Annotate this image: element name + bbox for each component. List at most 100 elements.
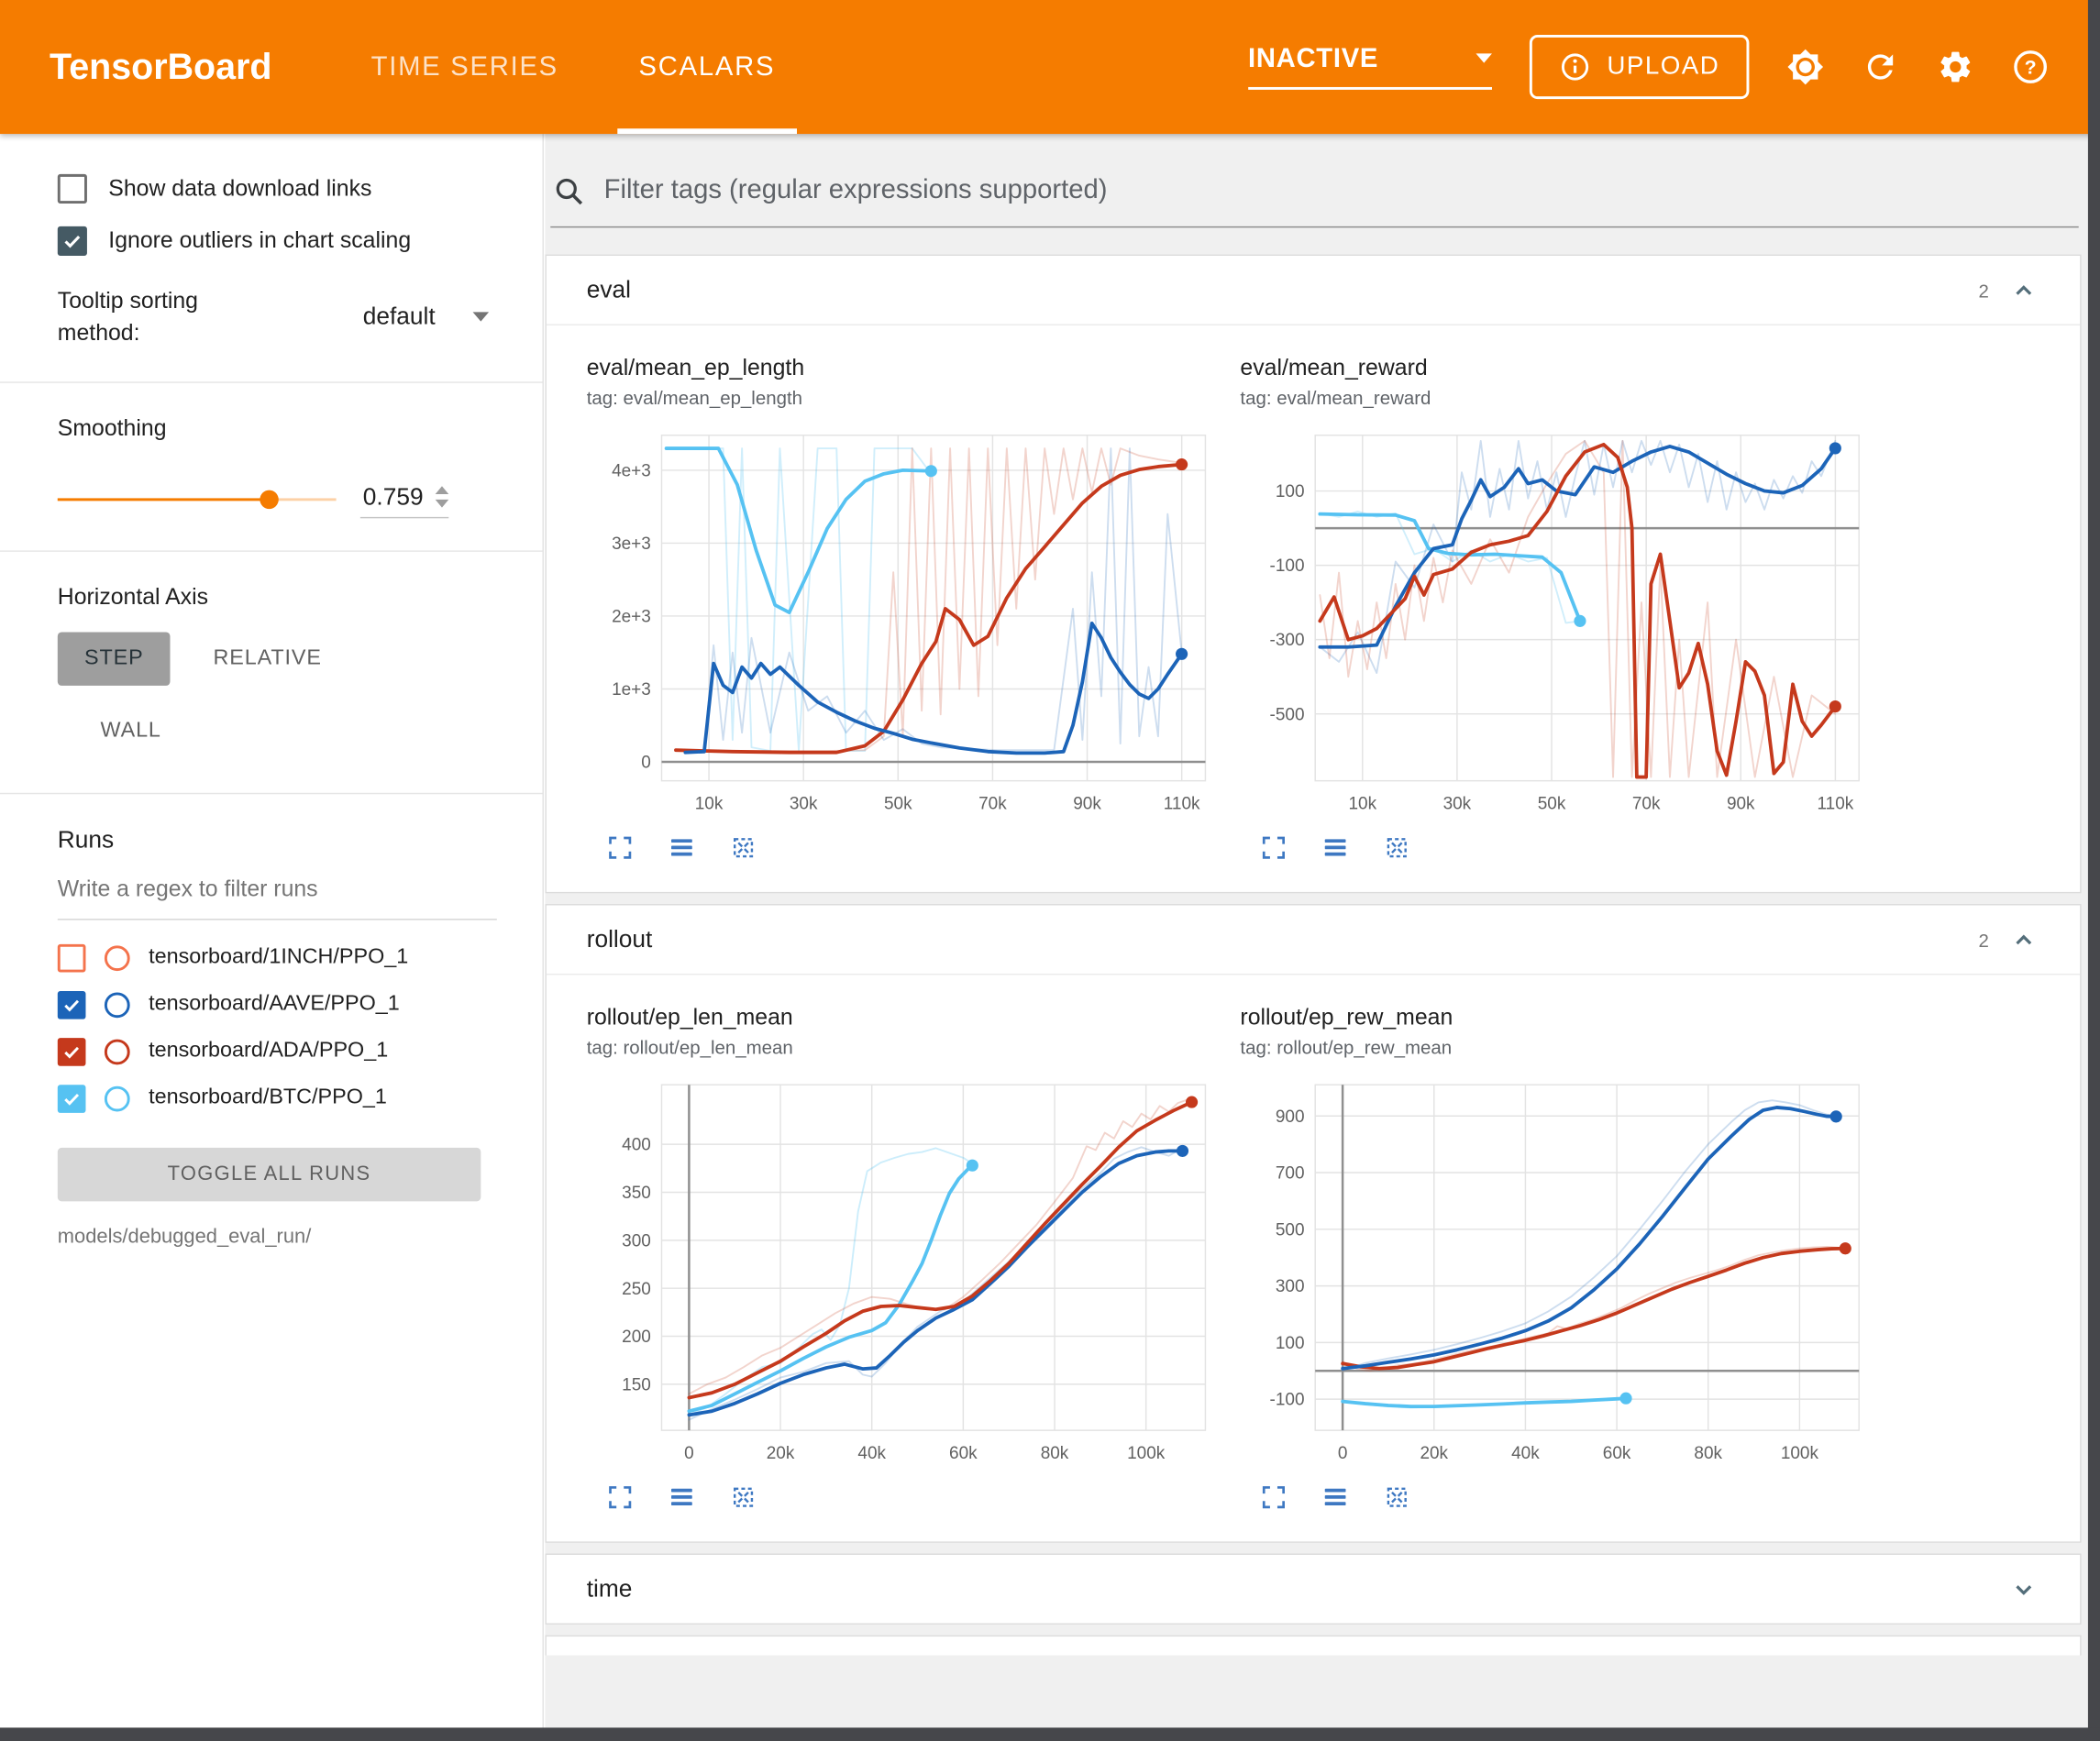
svg-text:250: 250	[622, 1280, 651, 1299]
vertical-scrollbar[interactable]	[2088, 0, 2100, 1741]
data-table-button[interactable]	[667, 833, 696, 863]
stepper-up-icon[interactable]	[436, 486, 449, 494]
expand-chart-button[interactable]	[1259, 833, 1288, 863]
axis-step-button[interactable]: STEP	[58, 632, 171, 685]
horizontal-scrollbar[interactable]	[0, 1727, 2100, 1741]
chart-widget-rollout-ep-len-mean: rollout/ep_len_mean tag: rollout/ep_len_…	[587, 1005, 1219, 1513]
svg-text:0: 0	[1338, 1444, 1348, 1463]
sidebar-divider	[0, 792, 543, 793]
runs-directory-path: models/debugged_eval_run/	[58, 1225, 497, 1248]
smoothing-stepper[interactable]	[436, 486, 449, 507]
svg-text:100: 100	[1276, 482, 1305, 501]
svg-text:-100: -100	[1270, 1391, 1305, 1410]
section-header-rollout[interactable]: rollout 2	[547, 906, 2080, 975]
svg-text:350: 350	[622, 1184, 651, 1203]
svg-text:-300: -300	[1270, 631, 1305, 650]
fit-to-data-button[interactable]	[1382, 833, 1411, 863]
show-download-links-checkbox[interactable]	[58, 174, 87, 204]
chevron-up-icon[interactable]	[2007, 274, 2039, 306]
run-row-btc[interactable]: tensorboard/BTC/PPO_1	[58, 1085, 497, 1113]
chevron-up-icon[interactable]	[2007, 923, 2039, 955]
svg-text:500: 500	[1276, 1220, 1305, 1240]
svg-text:80k: 80k	[1041, 1444, 1069, 1463]
svg-text:400: 400	[622, 1136, 651, 1155]
line-chart[interactable]: 10k30k50k70k90k110k100-100-300-500	[1240, 422, 1872, 831]
svg-text:50k: 50k	[1538, 794, 1566, 813]
status-dropdown[interactable]: INACTIVE	[1248, 44, 1492, 90]
next-section-card-edge	[545, 1636, 2081, 1656]
svg-text:300: 300	[622, 1231, 651, 1251]
app-logo[interactable]: TensorBoard	[50, 46, 271, 87]
tooltip-sorting-dropdown[interactable]: default	[363, 303, 497, 332]
run-row-ada[interactable]: tensorboard/ADA/PPO_1	[58, 1038, 497, 1066]
axis-relative-button[interactable]: RELATIVE	[186, 632, 348, 685]
rollout-charts-row: rollout/ep_len_mean tag: rollout/ep_len_…	[547, 975, 2080, 1541]
smoothing-slider-fill	[58, 499, 270, 501]
line-chart[interactable]: 10k30k50k70k90k110k01e+32e+33e+34e+3	[587, 422, 1219, 831]
svg-text:0: 0	[641, 754, 651, 773]
run-row-aave[interactable]: tensorboard/AAVE/PPO_1	[58, 990, 497, 1019]
upload-button[interactable]: UPLOAD	[1530, 35, 1750, 99]
chart-tag: tag: rollout/ep_rew_mean	[1240, 1037, 1872, 1058]
tag-filter-row	[550, 158, 2078, 227]
run-checkbox[interactable]	[58, 990, 86, 1019]
fit-to-data-button[interactable]	[1382, 1482, 1411, 1512]
chart-toolbar	[587, 833, 1219, 863]
settings-sidebar: Show data download links Ignore outliers…	[0, 134, 544, 1741]
fit-to-data-button[interactable]	[729, 833, 758, 863]
line-chart[interactable]: 020k40k60k80k100k150200250300350400	[587, 1072, 1219, 1481]
svg-text:0: 0	[684, 1444, 694, 1463]
run-row-1inch[interactable]: tensorboard/1INCH/PPO_1	[58, 943, 497, 972]
section-card-eval: eval 2 eval/mean_ep_length tag: eval/mea…	[545, 255, 2081, 894]
tag-filter-input[interactable]	[602, 174, 2073, 208]
refresh-icon[interactable]	[1862, 49, 1899, 86]
chart-widget-eval-mean-reward: eval/mean_reward tag: eval/mean_reward 1…	[1240, 355, 1872, 863]
svg-text:1e+3: 1e+3	[612, 680, 651, 700]
svg-text:100k: 100k	[1781, 1444, 1819, 1463]
chart-title: eval/mean_reward	[1240, 355, 1872, 381]
svg-text:60k: 60k	[949, 1444, 978, 1463]
brightness-icon[interactable]	[1786, 49, 1824, 86]
svg-text:20k: 20k	[767, 1444, 795, 1463]
toggle-all-runs-button[interactable]: TOGGLE ALL RUNS	[58, 1147, 481, 1200]
chart-toolbar	[587, 1482, 1219, 1512]
horizontal-axis-buttons: STEP RELATIVE WALL	[58, 632, 419, 757]
chevron-down-icon[interactable]	[2007, 1573, 2039, 1605]
line-chart[interactable]: 020k40k60k80k100k-100100300500700900	[1240, 1072, 1872, 1481]
data-table-button[interactable]	[1321, 833, 1350, 863]
check-icon	[61, 995, 82, 1015]
svg-text:40k: 40k	[1511, 1444, 1540, 1463]
tab-time-series[interactable]: TIME SERIES	[331, 0, 599, 134]
ignore-outliers-checkbox[interactable]	[58, 226, 87, 256]
expand-chart-button[interactable]	[605, 833, 635, 863]
run-checkbox[interactable]	[58, 1085, 86, 1113]
main-content: eval 2 eval/mean_ep_length tag: eval/mea…	[545, 134, 2100, 1741]
smoothing-label: Smoothing	[58, 414, 497, 441]
section-header-eval[interactable]: eval 2	[547, 256, 2080, 325]
chart-title: rollout/ep_rew_mean	[1240, 1005, 1872, 1031]
smoothing-slider-thumb[interactable]	[260, 490, 278, 509]
svg-text:150: 150	[622, 1375, 651, 1394]
info-icon	[1559, 51, 1591, 83]
data-table-button[interactable]	[667, 1482, 696, 1512]
stepper-down-icon[interactable]	[436, 500, 449, 508]
chart-widget-rollout-ep-rew-mean: rollout/ep_rew_mean tag: rollout/ep_rew_…	[1240, 1005, 1872, 1513]
help-icon[interactable]: ?	[2012, 49, 2050, 86]
svg-text:300: 300	[1276, 1277, 1305, 1296]
section-header-time[interactable]: time	[547, 1555, 2080, 1624]
svg-text:10k: 10k	[1348, 794, 1376, 813]
axis-wall-button[interactable]: WALL	[73, 704, 188, 757]
run-checkbox[interactable]	[58, 1038, 86, 1066]
expand-chart-button[interactable]	[1259, 1482, 1288, 1512]
run-color-circle	[105, 1085, 130, 1111]
smoothing-slider[interactable]	[58, 499, 337, 501]
smoothing-value-input[interactable]	[360, 481, 436, 512]
run-checkbox[interactable]	[58, 943, 86, 972]
run-color-circle	[105, 992, 130, 1018]
runs-filter-input[interactable]	[58, 859, 497, 920]
tab-scalars[interactable]: SCALARS	[599, 0, 815, 134]
expand-chart-button[interactable]	[605, 1482, 635, 1512]
data-table-button[interactable]	[1321, 1482, 1350, 1512]
settings-gear-icon[interactable]	[1937, 49, 1974, 86]
fit-to-data-button[interactable]	[729, 1482, 758, 1512]
